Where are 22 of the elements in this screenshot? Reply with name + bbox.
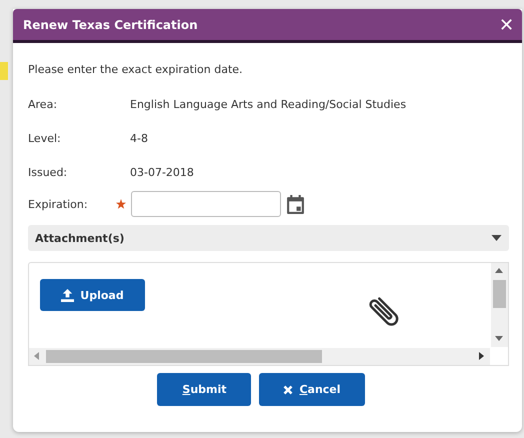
field-value: English Language Arts and Reading/Social Studies — [130, 98, 406, 110]
field-value: 4-8 — [130, 132, 148, 144]
date-input-field[interactable] — [131, 191, 281, 217]
field-value: 03-07-2018 — [130, 166, 194, 178]
upload-button[interactable]: Upload — [40, 279, 145, 311]
attachments-header[interactable]: Attachment(s) — [28, 225, 509, 251]
field-label: Expiration: — [28, 198, 89, 210]
instruction-text: Please enter the exact expiration date. — [28, 63, 244, 77]
field-label: Area: — [28, 98, 58, 110]
page-highlight — [0, 62, 8, 80]
cancel-button[interactable]: Cancel — [259, 373, 365, 406]
close-button[interactable]: ✕ — [499, 16, 514, 34]
horizontal-scrollbar[interactable] — [29, 348, 490, 365]
dialog-title: Renew Texas Certification — [23, 18, 198, 32]
field-label: Issued: — [28, 166, 68, 178]
caret-icon — [491, 235, 502, 241]
upload-icon — [61, 288, 74, 302]
submit-button[interactable]: Submit — [157, 373, 252, 406]
vertical-scrollbar[interactable] — [491, 263, 508, 347]
calendar-icon[interactable] — [287, 194, 304, 214]
close-icon — [283, 384, 294, 394]
field-label: Level: — [28, 132, 62, 144]
